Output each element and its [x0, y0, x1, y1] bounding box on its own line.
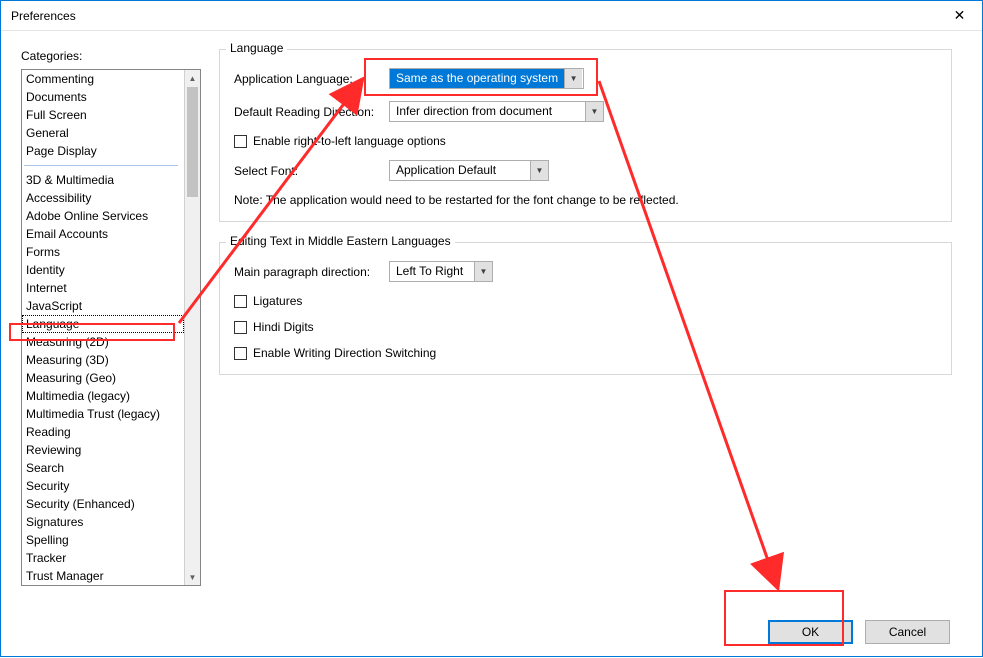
category-item[interactable]: Spelling	[22, 531, 184, 549]
titlebar: Preferences ✕	[1, 1, 982, 31]
select-font-value: Application Default	[390, 161, 530, 180]
chevron-down-icon: ▼	[474, 262, 492, 281]
category-item[interactable]: 3D & Multimedia	[22, 171, 184, 189]
checkbox-icon	[234, 295, 247, 308]
category-item[interactable]: Search	[22, 459, 184, 477]
category-item[interactable]: Language	[22, 315, 184, 333]
reading-direction-value: Infer direction from document	[390, 102, 585, 121]
editing-group-legend: Editing Text in Middle Eastern Languages	[226, 234, 455, 248]
language-group-legend: Language	[226, 41, 287, 55]
scroll-thumb[interactable]	[187, 87, 198, 197]
category-item[interactable]: JavaScript	[22, 297, 184, 315]
chevron-down-icon: ▼	[530, 161, 548, 180]
ok-button[interactable]: OK	[768, 620, 853, 644]
category-item[interactable]: Security	[22, 477, 184, 495]
paragraph-direction-label: Main paragraph direction:	[234, 265, 379, 279]
category-item[interactable]: Forms	[22, 243, 184, 261]
writing-direction-checkbox-row[interactable]: Enable Writing Direction Switching	[234, 346, 937, 360]
categories-listbox[interactable]: CommentingDocumentsFull ScreenGeneralPag…	[21, 69, 201, 586]
category-item[interactable]: Adobe Online Services	[22, 207, 184, 225]
category-item[interactable]: Internet	[22, 279, 184, 297]
category-item[interactable]: Measuring (3D)	[22, 351, 184, 369]
hindi-digits-label: Hindi Digits	[253, 320, 314, 334]
select-font-dropdown[interactable]: Application Default ▼	[389, 160, 549, 181]
reading-direction-label: Default Reading Direction:	[234, 105, 379, 119]
paragraph-direction-dropdown[interactable]: Left To Right ▼	[389, 261, 493, 282]
font-note: Note: The application would need to be r…	[234, 193, 937, 207]
category-item[interactable]: Page Display	[22, 142, 184, 160]
category-item[interactable]: General	[22, 124, 184, 142]
editing-group: Editing Text in Middle Eastern Languages…	[219, 242, 952, 375]
category-item[interactable]: Measuring (Geo)	[22, 369, 184, 387]
category-item[interactable]: Email Accounts	[22, 225, 184, 243]
category-item[interactable]: Identity	[22, 261, 184, 279]
category-item[interactable]: Commenting	[22, 70, 184, 88]
checkbox-icon	[234, 347, 247, 360]
category-item[interactable]: Accessibility	[22, 189, 184, 207]
category-item[interactable]: Trust Manager	[22, 567, 184, 585]
writing-direction-label: Enable Writing Direction Switching	[253, 346, 436, 360]
chevron-down-icon: ▼	[585, 102, 603, 121]
close-icon: ✕	[954, 7, 966, 24]
close-button[interactable]: ✕	[937, 1, 982, 30]
category-item[interactable]: Full Screen	[22, 106, 184, 124]
rtl-options-label: Enable right-to-left language options	[253, 134, 446, 148]
paragraph-direction-value: Left To Right	[390, 262, 474, 281]
category-item[interactable]: Security (Enhanced)	[22, 495, 184, 513]
checkbox-icon	[234, 321, 247, 334]
scrollbar[interactable]: ▲ ▼	[184, 70, 200, 585]
select-font-label: Select Font:	[234, 164, 379, 178]
window-title: Preferences	[11, 9, 76, 23]
chevron-down-icon: ▼	[564, 69, 582, 88]
reading-direction-dropdown[interactable]: Infer direction from document ▼	[389, 101, 604, 122]
category-item[interactable]: Multimedia (legacy)	[22, 387, 184, 405]
scroll-down-icon[interactable]: ▼	[185, 569, 200, 585]
category-item[interactable]: Documents	[22, 88, 184, 106]
rtl-options-checkbox-row[interactable]: Enable right-to-left language options	[234, 134, 937, 148]
app-language-label: Application Language:	[234, 72, 379, 86]
category-item[interactable]: Tracker	[22, 549, 184, 567]
category-item[interactable]: Reading	[22, 423, 184, 441]
language-group: Language Application Language: Same as t…	[219, 49, 952, 222]
ligatures-checkbox-row[interactable]: Ligatures	[234, 294, 937, 308]
category-divider	[24, 165, 178, 166]
checkbox-icon	[234, 135, 247, 148]
category-item[interactable]: Signatures	[22, 513, 184, 531]
category-item[interactable]: Reviewing	[22, 441, 184, 459]
app-language-dropdown[interactable]: Same as the operating system ▼	[389, 68, 584, 89]
category-item[interactable]: Measuring (2D)	[22, 333, 184, 351]
preferences-dialog: Preferences ✕ Categories: CommentingDocu…	[0, 0, 983, 657]
scroll-up-icon[interactable]: ▲	[185, 70, 200, 86]
category-item[interactable]: Multimedia Trust (legacy)	[22, 405, 184, 423]
ligatures-label: Ligatures	[253, 294, 302, 308]
cancel-button[interactable]: Cancel	[865, 620, 950, 644]
categories-label: Categories:	[21, 49, 201, 63]
app-language-value: Same as the operating system	[390, 69, 564, 88]
hindi-digits-checkbox-row[interactable]: Hindi Digits	[234, 320, 937, 334]
